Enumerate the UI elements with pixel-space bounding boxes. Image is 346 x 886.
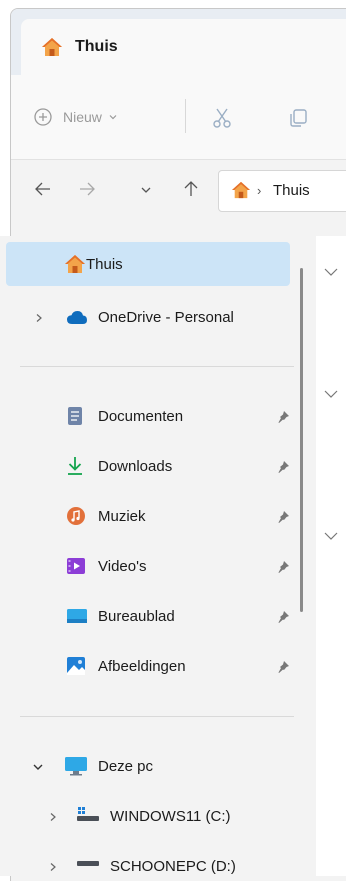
chevron-down-icon <box>109 115 117 120</box>
sidebar-item-desktop[interactable]: Bureaublad <box>0 598 296 638</box>
chevron-down-icon[interactable] <box>323 388 339 400</box>
breadcrumb-separator: › <box>257 183 262 198</box>
music-icon <box>67 507 85 525</box>
sidebar-item-this-pc[interactable]: Deze pc <box>0 746 296 786</box>
chevron-right-icon[interactable] <box>34 313 44 323</box>
navigation-pane: Thuis OneDrive - Personal Documenten Dow <box>0 236 296 876</box>
pictures-icon <box>67 657 85 675</box>
chevron-down-icon[interactable] <box>32 762 44 772</box>
forward-arrow-icon[interactable] <box>78 180 96 198</box>
up-arrow-icon[interactable] <box>182 180 200 198</box>
tab-label: Thuis <box>75 38 118 55</box>
address-bar[interactable]: › Thuis <box>218 170 346 212</box>
recent-locations-chevron-icon[interactable] <box>140 184 152 196</box>
sidebar-item-videos[interactable]: Video's <box>0 548 296 588</box>
sidebar-item-onedrive[interactable]: OneDrive - Personal <box>0 300 296 340</box>
pin-icon[interactable] <box>276 460 290 474</box>
toolbar: Nieuw <box>11 75 346 160</box>
sidebar-divider <box>20 716 294 717</box>
new-button-label: Nieuw <box>63 109 102 125</box>
breadcrumb-home[interactable]: Thuis <box>273 182 310 199</box>
scissors-icon[interactable] <box>211 107 233 129</box>
sidebar-item-label: OneDrive - Personal <box>98 309 234 326</box>
pin-icon[interactable] <box>276 510 290 524</box>
video-icon <box>67 558 85 574</box>
sidebar-item-home[interactable]: Thuis <box>0 242 296 286</box>
desktop-icon <box>67 609 87 623</box>
sidebar-item-pictures[interactable]: Afbeeldingen <box>0 648 296 688</box>
sidebar-divider <box>20 366 294 367</box>
windows-drive-icon <box>77 807 99 821</box>
chevron-right-icon[interactable] <box>48 812 58 822</box>
plus-circle-icon <box>34 108 52 126</box>
download-icon <box>68 457 82 475</box>
content-area <box>316 236 346 876</box>
new-button[interactable]: Nieuw <box>33 99 118 135</box>
pin-icon[interactable] <box>276 610 290 624</box>
home-icon <box>232 181 250 199</box>
sidebar-item-drive-d[interactable]: SCHOONEPC (D:) <box>0 846 296 886</box>
sidebar-item-label: Thuis <box>86 256 123 273</box>
cloud-icon <box>67 311 87 324</box>
pin-icon[interactable] <box>276 660 290 674</box>
computer-icon <box>65 757 87 776</box>
home-icon <box>42 38 62 56</box>
sidebar-item-label: Downloads <box>98 458 173 475</box>
back-arrow-icon[interactable] <box>34 180 52 198</box>
pin-icon[interactable] <box>276 410 290 424</box>
chevron-down-icon[interactable] <box>323 266 339 278</box>
drive-icon <box>77 861 99 866</box>
sidebar-item-label: Muziek <box>98 508 146 525</box>
sidebar-item-music[interactable]: Muziek <box>0 498 296 538</box>
sidebar-item-label: WINDOWS11 (C:) <box>110 808 231 825</box>
sidebar-item-label: Video's <box>98 558 147 575</box>
document-icon <box>68 407 82 425</box>
chevron-down-icon[interactable] <box>323 530 339 542</box>
sidebar-item-label: SCHOONEPC (D:) <box>110 858 236 875</box>
copy-icon[interactable] <box>287 107 309 129</box>
sidebar-item-drive-c[interactable]: WINDOWS11 (C:) <box>0 796 296 836</box>
sidebar-item-label: Bureaublad <box>98 608 175 625</box>
chevron-right-icon[interactable] <box>48 862 58 872</box>
tab-home[interactable]: Thuis <box>21 19 346 75</box>
sidebar-item-documents[interactable]: Documenten <box>0 398 296 438</box>
sidebar-scrollbar[interactable] <box>296 236 316 876</box>
toolbar-separator <box>185 99 186 133</box>
sidebar-item-label: Afbeeldingen <box>98 658 186 675</box>
tab-strip: Thuis <box>11 9 346 75</box>
sidebar-item-label: Deze pc <box>98 758 154 775</box>
sidebar-scrollbar-thumb[interactable] <box>300 268 303 612</box>
pin-icon[interactable] <box>276 560 290 574</box>
sidebar-item-label: Documenten <box>98 408 184 425</box>
home-icon <box>65 255 85 273</box>
sidebar-item-downloads[interactable]: Downloads <box>0 448 296 488</box>
